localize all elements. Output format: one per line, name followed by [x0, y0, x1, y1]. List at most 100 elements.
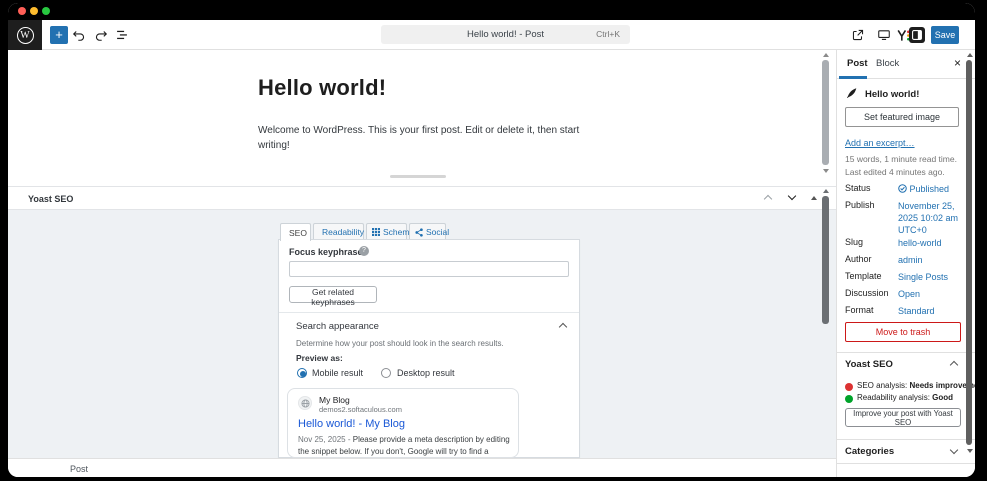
undo-icon[interactable] — [72, 28, 86, 42]
get-related-keyphrases-button[interactable]: Get related keyphrases — [289, 286, 377, 307]
move-to-trash-button[interactable]: Move to trash — [845, 322, 961, 342]
field-value-slug[interactable]: hello-world — [898, 237, 962, 249]
improve-post-button[interactable]: Improve your post with Yoast SEO — [845, 408, 961, 427]
post-quill-icon — [846, 87, 858, 99]
wordpress-w-glyph: W — [16, 26, 34, 44]
scroll-down-arrow[interactable] — [823, 169, 829, 173]
search-appearance-description: Determine how your post should look in t… — [296, 339, 504, 348]
breadcrumb[interactable]: Post — [70, 464, 88, 474]
settings-sidebar-toggle[interactable] — [909, 27, 925, 43]
snippet-date: Nov 25, 2025 — [298, 435, 346, 444]
tab-block[interactable]: Block — [876, 58, 899, 69]
view-post-external-icon[interactable] — [851, 28, 865, 42]
desktop-result-label: Desktop result — [397, 368, 455, 378]
readability-analysis-dot-icon — [845, 395, 853, 403]
add-excerpt-link[interactable]: Add an excerpt… — [845, 138, 915, 148]
tab-readability-label: Readability — [322, 227, 365, 237]
snippet-site-url: demos2.softaculous.com — [319, 405, 402, 414]
metabox-scrollbar[interactable] — [822, 196, 829, 324]
close-sidebar-icon[interactable]: × — [954, 56, 961, 70]
command-shortcut: Ctrl+K — [596, 29, 620, 39]
seo-analysis-label: SEO analysis: — [857, 381, 908, 390]
divider — [279, 312, 579, 313]
yoast-metabox-header[interactable]: Yoast SEO — [8, 186, 836, 210]
preview-device-icon[interactable] — [877, 28, 891, 42]
metabox-move-up-icon[interactable] — [763, 194, 773, 204]
divider — [837, 352, 975, 353]
canvas-scrollbar[interactable] — [822, 60, 829, 165]
post-title[interactable]: Hello world! — [258, 75, 386, 101]
collapse-yoast-panel-icon[interactable] — [949, 360, 959, 370]
field-value-template[interactable]: Single Posts — [898, 271, 962, 283]
field-label-discussion: Discussion — [845, 288, 889, 298]
save-button[interactable]: Save — [931, 26, 959, 44]
post-canvas[interactable] — [8, 50, 836, 186]
metabox-resize-handle[interactable] — [390, 175, 446, 178]
field-value-author[interactable]: admin — [898, 254, 962, 266]
minimize-window-button[interactable] — [30, 7, 38, 15]
wordpress-logo-icon[interactable]: W — [8, 20, 42, 50]
focus-keyphrase-input[interactable] — [289, 261, 569, 277]
redo-icon[interactable] — [94, 28, 108, 42]
search-appearance-title: Search appearance — [296, 321, 379, 332]
snippet-title-link[interactable]: Hello world! - My Blog — [298, 418, 405, 430]
sidebar-scrollbar[interactable] — [966, 60, 972, 445]
field-label-template: Template — [845, 271, 882, 281]
metabox-move-down-icon[interactable] — [787, 191, 797, 201]
field-value-discussion[interactable]: Open — [898, 288, 962, 300]
scroll-up-arrow[interactable] — [823, 53, 829, 57]
desktop-background: W + Hello world! - Post Ctrl+K Save Hell… — [0, 0, 987, 481]
tab-social[interactable]: Social — [409, 223, 450, 240]
status-published-text: Published — [909, 184, 950, 194]
field-label-publish: Publish — [845, 200, 875, 210]
snippet-description: Nov 25, 2025 - Please provide a meta des… — [298, 434, 512, 457]
site-favicon-globe-icon — [298, 396, 312, 410]
divider — [837, 439, 975, 440]
field-value-format[interactable]: Standard — [898, 305, 962, 317]
editor-footer: Post — [8, 458, 836, 477]
categories-panel-title: Categories — [845, 446, 895, 457]
command-palette[interactable]: Hello world! - Post Ctrl+K — [381, 25, 630, 44]
readability-analysis-text: Readability analysis: Good — [857, 393, 953, 402]
field-label-status: Status — [845, 183, 871, 193]
list-view-icon[interactable] — [115, 28, 129, 42]
preview-as-label: Preview as: — [296, 353, 343, 363]
divider — [837, 463, 975, 464]
sidebar-scroll-up-arrow[interactable] — [967, 53, 973, 57]
metabox-toggle-icon[interactable] — [811, 196, 817, 200]
focus-keyphrase-label: Focus keyphrase — [289, 247, 363, 257]
tab-seo-label: SEO — [289, 227, 307, 238]
desktop-result-radio[interactable] — [381, 368, 391, 378]
set-featured-image-button[interactable]: Set featured image — [845, 107, 959, 127]
post-paragraph[interactable]: Welcome to WordPress. This is your first… — [258, 123, 592, 153]
zoom-window-button[interactable] — [42, 7, 50, 15]
metabox-scroll-up-arrow[interactable] — [823, 189, 829, 193]
field-label-slug: Slug — [845, 237, 864, 247]
seo-analysis-dot-icon — [845, 383, 853, 391]
active-tab-underline — [839, 76, 867, 79]
block-inserter-button[interactable]: + — [50, 26, 68, 44]
help-icon[interactable]: ? — [359, 246, 369, 256]
field-label-author: Author — [845, 254, 872, 264]
sidebar-scroll-down-arrow[interactable] — [967, 449, 973, 453]
word-count-text: 15 words, 1 minute read time. — [845, 154, 957, 164]
tab-schema[interactable]: Schema — [366, 223, 414, 240]
close-window-button[interactable] — [18, 7, 26, 15]
mobile-result-radio[interactable] — [297, 368, 307, 378]
editor-header: W + Hello world! - Post Ctrl+K Save — [8, 20, 975, 50]
snippet-separator: - — [347, 435, 351, 444]
snippet-preview-card[interactable]: My Blog demos2.softaculous.com Hello wor… — [287, 388, 519, 458]
share-icon — [415, 227, 423, 237]
field-value-publish[interactable]: November 25, 2025 10:02 am UTC+0 — [898, 200, 962, 236]
tab-readability[interactable]: Readability — [313, 223, 364, 240]
field-label-format: Format — [845, 305, 874, 315]
expand-categories-icon[interactable] — [949, 445, 959, 455]
tab-post[interactable]: Post — [847, 58, 868, 69]
schema-grid-icon — [372, 228, 380, 236]
mobile-result-label: Mobile result — [312, 368, 364, 378]
last-edited-text: Last edited 4 minutes ago. — [845, 167, 945, 177]
tab-social-label: Social — [426, 227, 450, 237]
yoast-panel-title: Yoast SEO — [845, 359, 893, 370]
field-value-status[interactable]: Published — [898, 183, 962, 195]
tab-seo[interactable]: SEO — [280, 223, 311, 241]
